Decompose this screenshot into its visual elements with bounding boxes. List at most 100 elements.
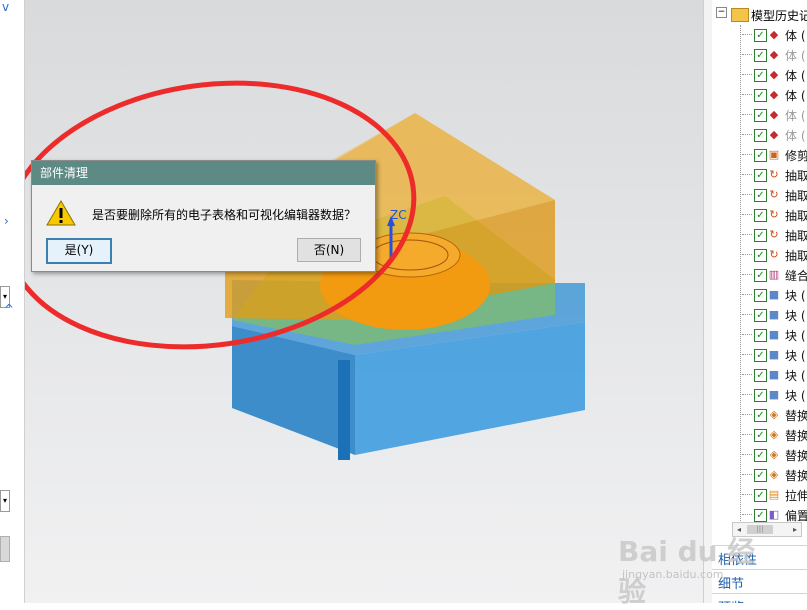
tree-row[interactable]: ✓ ◆ 体 ( — [712, 65, 807, 85]
checkbox-checked-icon[interactable]: ✓ — [754, 289, 767, 302]
tree-row[interactable]: ✓ ▤ 拉伸 — [712, 485, 807, 505]
replace-icon: ◈ — [769, 448, 779, 461]
checkbox-checked-icon[interactable]: ✓ — [754, 69, 767, 82]
yes-button[interactable]: 是(Y) — [46, 238, 112, 264]
tree-row[interactable]: ✓ ↻ 抽取 — [712, 185, 807, 205]
dropdown-arrow-icon[interactable]: ▾ — [0, 490, 10, 512]
tree-row[interactable]: ✓ ■ 块 ( — [712, 285, 807, 305]
checkbox-checked-icon[interactable]: ✓ — [754, 329, 767, 342]
tree-row[interactable]: ✓ ◆ 体 ( — [712, 105, 807, 125]
tree-row[interactable]: ✓ ↻ 抽取 — [712, 205, 807, 225]
checkbox-checked-icon[interactable]: ✓ — [754, 169, 767, 182]
checkbox-checked-icon[interactable]: ✓ — [754, 229, 767, 242]
tree-connector — [742, 414, 752, 415]
tree-row[interactable]: ✓ ◈ 替换 — [712, 405, 807, 425]
nav-dependencies[interactable]: 相依性 — [712, 545, 807, 568]
nav-preview[interactable]: 预览 — [712, 593, 807, 603]
tree-row-label: 抽取 — [785, 209, 807, 223]
tree-row[interactable]: ✓ ■ 块 ( — [712, 325, 807, 345]
collapse-chevron-icon[interactable]: v — [2, 0, 9, 14]
checkbox-checked-icon[interactable]: ✓ — [754, 249, 767, 262]
checkbox-checked-icon[interactable]: ✓ — [754, 349, 767, 362]
extract-icon: ↻ — [769, 228, 779, 241]
replace-icon: ◈ — [769, 468, 779, 481]
tree-row-label: 抽取 — [785, 169, 807, 183]
checkbox-checked-icon[interactable]: ✓ — [754, 429, 767, 442]
tree-connector — [742, 94, 752, 95]
block-icon: ■ — [768, 288, 780, 301]
scroll-thumb[interactable]: ||| — [747, 525, 773, 534]
checkbox-checked-icon[interactable]: ✓ — [754, 449, 767, 462]
checkbox-checked-icon[interactable]: ✓ — [754, 189, 767, 202]
block-icon: ■ — [768, 388, 780, 401]
checkbox-checked-icon[interactable]: ✓ — [754, 269, 767, 282]
tree-row[interactable]: ✓ ◈ 替换 — [712, 465, 807, 485]
tree-row[interactable]: ✓ ▣ 修剪 — [712, 145, 807, 165]
chevron-right-icon[interactable]: › — [4, 214, 9, 228]
scroll-right-icon[interactable]: ▸ — [789, 523, 801, 536]
tree-row[interactable]: ✓ ↻ 抽取 — [712, 225, 807, 245]
checkbox-checked-icon[interactable]: ✓ — [754, 309, 767, 322]
tree-row[interactable]: ✓ ◈ 替换 — [712, 445, 807, 465]
checkbox-checked-icon[interactable]: ✓ — [754, 469, 767, 482]
panel-button[interactable] — [0, 536, 10, 562]
model-history-node[interactable]: − 模型历史记 — [712, 6, 807, 26]
checkbox-checked-icon[interactable]: ✓ — [754, 89, 767, 102]
checkbox-checked-icon[interactable]: ✓ — [754, 109, 767, 122]
graphics-viewport[interactable]: ZC — [25, 0, 703, 603]
tree-row[interactable]: ✓ ▥ 缝合 — [712, 265, 807, 285]
checkbox-checked-icon[interactable]: ✓ — [754, 29, 767, 42]
tree-connector — [742, 354, 752, 355]
nav-details-label: 细节 — [718, 577, 745, 592]
tree-row-label: 体 ( — [785, 109, 806, 123]
tree-row-label: 拉伸 — [785, 489, 807, 503]
tree-row[interactable]: ✓ ◆ 体 ( — [712, 125, 807, 145]
checkbox-checked-icon[interactable]: ✓ — [754, 49, 767, 62]
block-icon: ■ — [768, 368, 780, 381]
warning-icon — [46, 200, 76, 226]
folder-icon — [731, 8, 749, 22]
tree-row[interactable]: ✓ ↻ 抽取 — [712, 245, 807, 265]
checkbox-checked-icon[interactable]: ✓ — [754, 389, 767, 402]
tree-row[interactable]: ✓ ■ 块 ( — [712, 345, 807, 365]
checkbox-checked-icon[interactable]: ✓ — [754, 149, 767, 162]
horizontal-scrollbar[interactable]: ◂ ||| ▸ — [732, 522, 802, 537]
feature-list: ✓ ◆ 体 (✓ ◆ 体 (✓ ◆ 体 (✓ ◆ 体 (✓ ◆ 体 (✓ ◆ 体 (✓ ▣ 修剪 ✓ ↻ 抽取 ✓ ↻… — [712, 25, 807, 525]
collapse-toggle-icon[interactable]: − — [716, 7, 727, 18]
checkbox-checked-icon[interactable]: ✓ — [754, 369, 767, 382]
mold-model — [25, 80, 585, 460]
expand-chevron-icon[interactable]: ^ — [4, 302, 14, 316]
tree-row[interactable]: ✓ ◈ 替换 — [712, 425, 807, 445]
tree-row-label: 替换 — [785, 409, 807, 423]
checkbox-checked-icon[interactable]: ✓ — [754, 209, 767, 222]
trim-icon: ▣ — [768, 148, 780, 161]
tree-row[interactable]: ✓ ↻ 抽取 — [712, 165, 807, 185]
extract-icon: ↻ — [769, 168, 779, 181]
tree-row[interactable]: ✓ ■ 块 ( — [712, 365, 807, 385]
nav-details[interactable]: 细节 — [712, 569, 807, 592]
checkbox-checked-icon[interactable]: ✓ — [754, 129, 767, 142]
checkbox-checked-icon[interactable]: ✓ — [754, 509, 767, 522]
replace-icon: ◈ — [769, 428, 779, 441]
tree-row-label: 替换 — [785, 429, 807, 443]
checkbox-checked-icon[interactable]: ✓ — [754, 409, 767, 422]
tree-connector — [742, 54, 752, 55]
checkbox-checked-icon[interactable]: ✓ — [754, 489, 767, 502]
tree-row[interactable]: ✓ ◆ 体 ( — [712, 25, 807, 45]
tree-row[interactable]: ✓ ◆ 体 ( — [712, 85, 807, 105]
tree-connector — [742, 194, 752, 195]
tree-row[interactable]: ✓ ■ 块 ( — [712, 385, 807, 405]
tree-row-label: 体 ( — [785, 49, 806, 63]
scroll-left-icon[interactable]: ◂ — [733, 523, 745, 536]
tree-row-label: 替换 — [785, 469, 807, 483]
tree-connector — [742, 294, 752, 295]
no-button[interactable]: 否(N) — [297, 238, 361, 262]
block-icon: ■ — [768, 308, 780, 321]
tree-row-label: 块 ( — [785, 369, 806, 383]
tree-row[interactable]: ✓ ◆ 体 ( — [712, 45, 807, 65]
tree-connector — [742, 74, 752, 75]
tree-row[interactable]: ✓ ■ 块 ( — [712, 305, 807, 325]
tree-connector — [742, 214, 752, 215]
tree-connector — [742, 274, 752, 275]
extract-icon: ↻ — [769, 248, 779, 261]
